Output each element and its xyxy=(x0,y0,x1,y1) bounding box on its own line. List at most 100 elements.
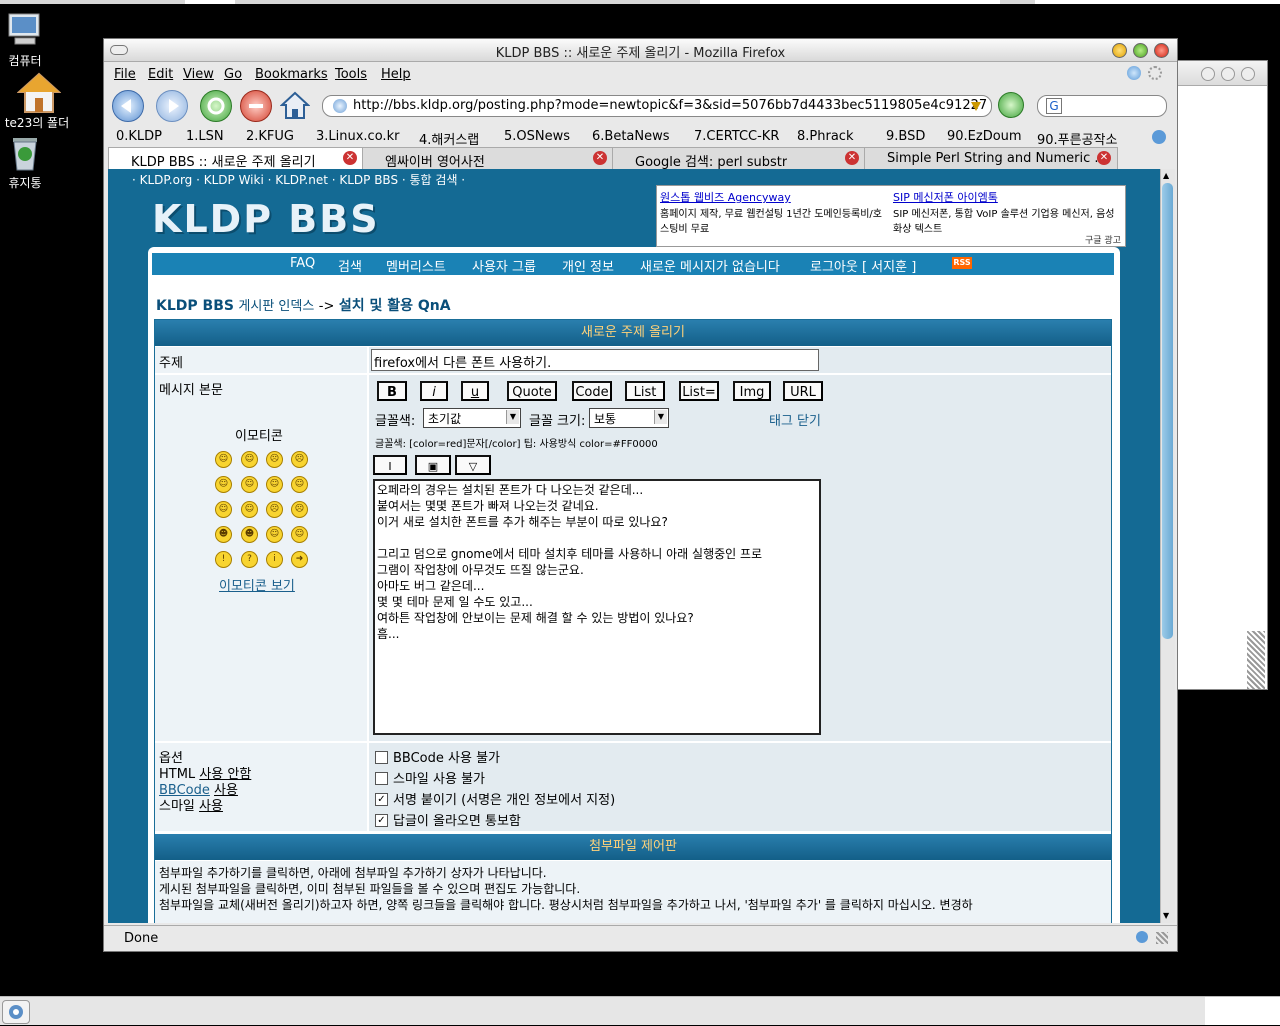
go-icon[interactable] xyxy=(998,92,1024,118)
dropdown-icon[interactable] xyxy=(969,99,983,113)
maximize-icon[interactable] xyxy=(1133,43,1148,58)
menu-help[interactable]: Help xyxy=(381,67,411,82)
font-color-select[interactable]: 초기값 ▼ xyxy=(423,408,521,428)
smiley-icon[interactable]: ➜ xyxy=(291,551,308,568)
close-tab-icon[interactable]: ✕ xyxy=(845,151,859,165)
tab-kldp[interactable]: KLDP BBS :: 새로운 주제 올리기 ✕ xyxy=(108,147,364,170)
menu-file[interactable]: File xyxy=(114,67,136,82)
resize-grip[interactable] xyxy=(1247,631,1265,689)
bookmark-item[interactable]: 1.LSN xyxy=(186,129,224,144)
bookmark-item[interactable]: 5.OSNews xyxy=(504,129,570,144)
back-icon[interactable] xyxy=(112,90,144,122)
bookmark-item[interactable]: 90.EzDoum xyxy=(947,129,1022,144)
home-icon[interactable] xyxy=(279,90,311,120)
menu-go[interactable]: Go xyxy=(224,67,242,82)
smiley-icon[interactable]: ☺ xyxy=(241,451,258,468)
breadcrumb-forum[interactable]: 설치 및 활용 QnA xyxy=(339,298,451,314)
close-icon[interactable] xyxy=(1241,67,1255,81)
maximize-icon[interactable] xyxy=(1221,67,1235,81)
background-window[interactable] xyxy=(1176,60,1268,690)
url-bar[interactable]: http://bbs.kldp.org/posting.php?mode=new… xyxy=(322,95,992,117)
smiley-icon[interactable]: ☺ xyxy=(241,501,258,518)
img-button[interactable]: Img xyxy=(733,381,771,401)
reload-icon[interactable] xyxy=(200,90,232,122)
top-links[interactable]: · KLDP.org · KLDP Wiki · KLDP.net · KLDP… xyxy=(132,171,465,188)
emoticon-more-link[interactable]: 이모티콘 보기 xyxy=(219,575,295,594)
ad-link-right[interactable]: SIP 메신저폰 아이엠톡 xyxy=(893,191,998,204)
bold-button[interactable]: B xyxy=(377,381,407,401)
bookmark-item[interactable]: 3.Linux.co.kr xyxy=(316,129,399,144)
expand-button[interactable]: ▽ xyxy=(455,455,491,475)
smiley-icon[interactable]: ☹ xyxy=(291,501,308,518)
menu-tools[interactable]: Tools xyxy=(335,67,367,82)
scroll-up-icon[interactable]: ▲ xyxy=(1163,171,1169,180)
vertical-scrollbar[interactable]: ▲ ▼ xyxy=(1160,169,1175,923)
smiley-icon[interactable]: ☺ xyxy=(215,451,232,468)
nav-search[interactable]: 검색 xyxy=(338,256,362,275)
smiley-icon[interactable]: ? xyxy=(241,551,258,568)
font-size-select[interactable]: 보통 ▼ xyxy=(589,408,669,428)
site-logo[interactable]: KLDP BBS xyxy=(152,197,380,241)
box-button[interactable]: ▣ xyxy=(415,455,451,475)
bookmark-item[interactable]: 7.CERTCC-KR xyxy=(694,129,779,144)
scroll-down-icon[interactable]: ▼ xyxy=(1163,911,1169,920)
smiley-icon[interactable]: ☹ xyxy=(266,451,283,468)
smiley-icon[interactable]: ☹ xyxy=(266,501,283,518)
scrollbar-thumb[interactable] xyxy=(1162,183,1173,639)
nav-profile[interactable]: 개인 정보 xyxy=(562,256,614,275)
menu-view[interactable]: View xyxy=(183,67,214,82)
breadcrumb-home[interactable]: KLDP BBS xyxy=(156,298,234,314)
ordered-list-button[interactable]: List= xyxy=(679,381,719,401)
search-input[interactable]: G xyxy=(1037,95,1167,117)
cursor-button[interactable]: I xyxy=(373,455,407,475)
bookmark-item[interactable]: 2.KFUG xyxy=(246,129,294,144)
nav-usergroups[interactable]: 사용자 그룹 xyxy=(472,256,536,275)
bbcode-disable-checkbox[interactable] xyxy=(375,751,388,764)
bookmark-item[interactable]: 9.BSD xyxy=(886,129,925,144)
nav-logout[interactable]: 로그아웃 [ 서지훈 ] xyxy=(810,256,916,275)
breadcrumb-index[interactable]: 게시판 인덱스 xyxy=(238,299,314,314)
bookmark-item[interactable]: 8.Phrack xyxy=(797,129,853,144)
close-tab-icon[interactable]: ✕ xyxy=(593,151,607,165)
subject-input[interactable]: firefox에서 다른 폰트 사용하기. xyxy=(371,349,819,371)
smiley-icon[interactable]: ☻ xyxy=(215,526,232,543)
quote-button[interactable]: Quote xyxy=(507,381,557,401)
underline-button[interactable]: u xyxy=(461,381,489,401)
forward-icon[interactable] xyxy=(156,90,188,122)
italic-button[interactable]: i xyxy=(420,381,448,401)
smiley-icon[interactable]: ! xyxy=(215,551,232,568)
bookmark-item[interactable]: 90.푸른공작소 xyxy=(1037,129,1117,148)
desktop-icon-computer[interactable]: 컴퓨터 xyxy=(0,10,50,69)
smiley-icon[interactable]: ☺ xyxy=(215,501,232,518)
menu-bookmarks[interactable]: Bookmarks xyxy=(255,67,328,82)
smile-disable-checkbox[interactable] xyxy=(375,772,388,785)
resize-grip[interactable] xyxy=(1156,932,1168,944)
list-button[interactable]: List xyxy=(625,381,665,401)
chevron-right-icon[interactable] xyxy=(1152,130,1166,144)
search-engine-icon[interactable]: G xyxy=(1046,98,1062,114)
ad-link-left[interactable]: 원스톱 웹비즈 Agencyway xyxy=(660,191,791,204)
smiley-icon[interactable]: ☺ xyxy=(266,476,283,493)
bookmark-item[interactable]: 0.KLDP xyxy=(116,129,162,144)
url-button[interactable]: URL xyxy=(783,381,823,401)
smiley-icon[interactable]: i xyxy=(266,551,283,568)
notify-checkbox[interactable]: ✓ xyxy=(375,814,388,827)
bookmark-item[interactable]: 6.BetaNews xyxy=(592,129,670,144)
code-button[interactable]: Code xyxy=(572,381,612,401)
smiley-icon[interactable]: ☹ xyxy=(291,451,308,468)
smiley-icon[interactable]: ☺ xyxy=(215,476,232,493)
nav-faq[interactable]: FAQ xyxy=(290,256,315,271)
menu-edit[interactable]: Edit xyxy=(148,67,173,82)
start-menu-icon[interactable] xyxy=(2,1000,30,1024)
smiley-icon[interactable]: ☺ xyxy=(241,476,258,493)
bookmark-item[interactable]: 4.해커스랩 xyxy=(419,129,479,148)
minimize-icon[interactable] xyxy=(1201,67,1215,81)
nav-messages[interactable]: 새로운 메시지가 없습니다 xyxy=(640,256,780,275)
smiley-icon[interactable]: ☺ xyxy=(266,526,283,543)
tab-perl[interactable]: Simple Perl String and Numeric ... ✕ xyxy=(864,147,1118,170)
window-titlebar[interactable]: KLDP BBS :: 새로운 주제 올리기 - Mozilla Firefox xyxy=(104,39,1177,62)
close-tab-icon[interactable]: ✕ xyxy=(343,151,357,165)
tab-google[interactable]: Google 검색: perl substr ✕ xyxy=(612,147,866,170)
smiley-icon[interactable]: ☺ xyxy=(291,526,308,543)
smiley-icon[interactable]: ☻ xyxy=(241,526,258,543)
